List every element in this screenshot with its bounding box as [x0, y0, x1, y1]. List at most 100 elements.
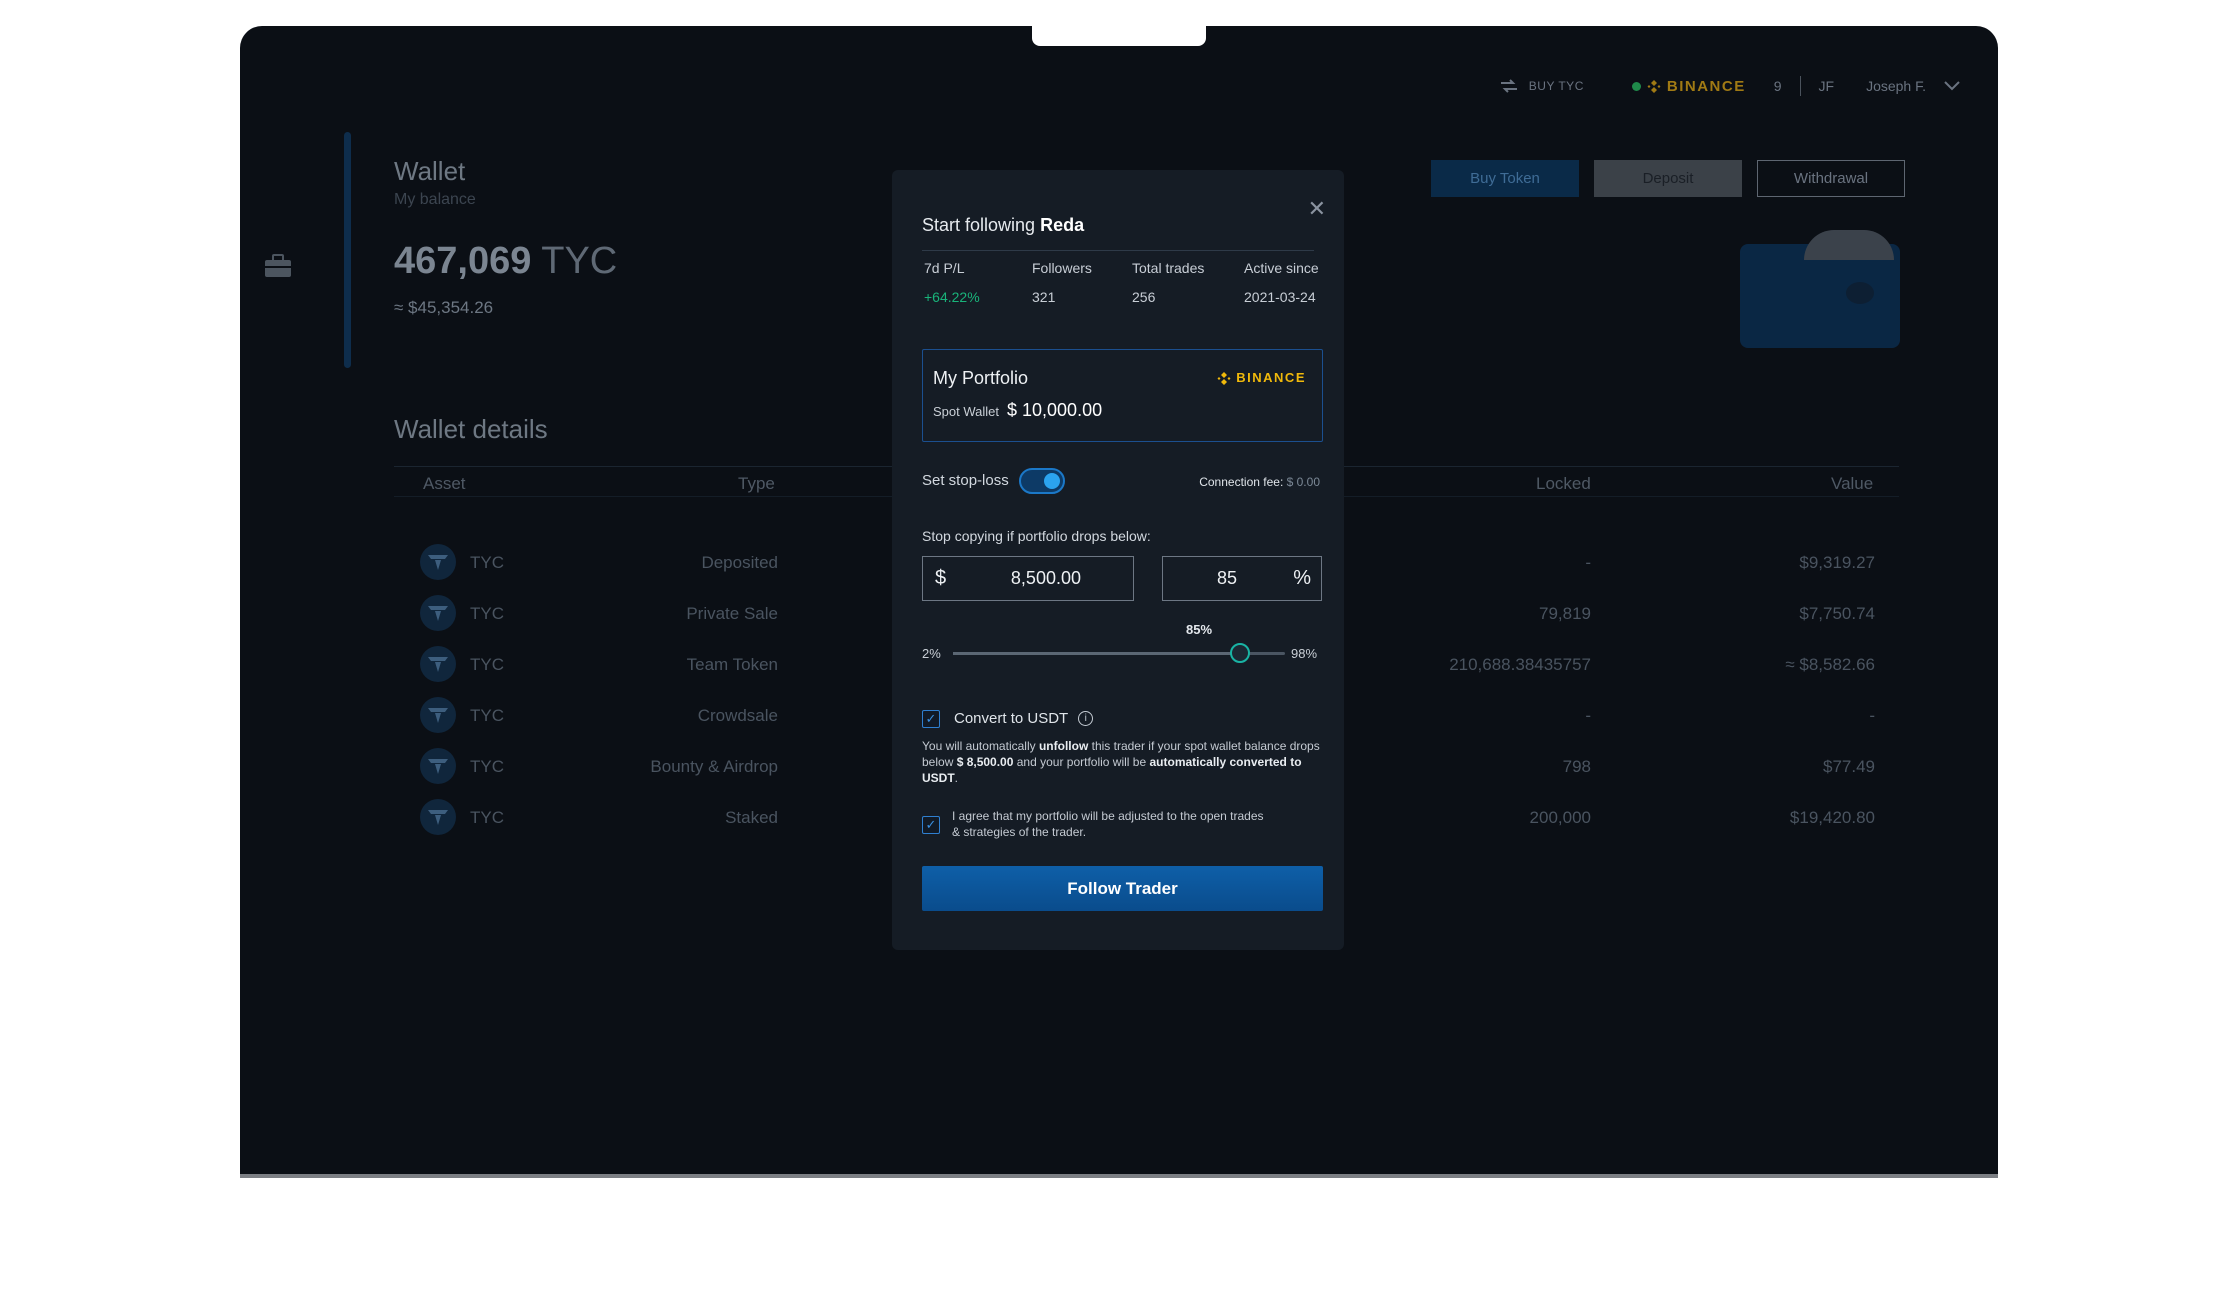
- wallet-actions: Buy Token Deposit Withdrawal: [1431, 160, 1905, 197]
- modal-title: Start following Reda: [922, 215, 1084, 236]
- deposit-button[interactable]: Deposit: [1594, 160, 1742, 197]
- balance-unit: TYC: [541, 240, 618, 282]
- note-text: and your portfolio will be: [1013, 755, 1150, 769]
- tyc-coin-icon: [420, 646, 456, 682]
- locked-cell: -: [1585, 553, 1591, 572]
- stat-label: 7d P/L: [924, 260, 965, 276]
- dollar-symbol: $: [935, 567, 947, 589]
- asset-cell: TYC: [470, 808, 504, 827]
- follow-trader-button[interactable]: Follow Trader: [922, 866, 1323, 911]
- asset-cell: TYC: [470, 553, 504, 572]
- value-cell: -: [1869, 706, 1875, 725]
- stat-pl: 7d P/L +64.22%: [924, 260, 980, 305]
- col-locked[interactable]: Locked: [1536, 474, 1591, 494]
- stat-value: +64.22%: [924, 289, 980, 305]
- stat-followers: Followers 321: [1032, 260, 1092, 305]
- portfolio-title: My Portfolio: [933, 368, 1029, 388]
- locked-cell: -: [1585, 706, 1591, 725]
- slider-value-label: 85%: [1186, 622, 1213, 637]
- note-amount: $ 8,500.00: [956, 755, 1014, 769]
- stat-total-trades: Total trades 256: [1132, 260, 1204, 305]
- buy-tyc-label: BUY TYC: [1528, 79, 1584, 93]
- drop-label: Stop copying if portfolio drops below:: [922, 528, 1151, 544]
- wallet-nav-icon[interactable]: [264, 254, 292, 283]
- value-cell: $9,319.27: [1799, 553, 1875, 572]
- type-cell: Team Token: [686, 655, 778, 674]
- tyc-coin-icon: [420, 697, 456, 733]
- portfolio-card: My Portfolio BINANCE Spot Wallet $ 10,00…: [922, 349, 1323, 442]
- asset-cell: TYC: [470, 604, 504, 623]
- note-text: You will automatically: [922, 739, 1039, 753]
- balance: 467,069 TYC: [394, 240, 617, 283]
- locked-cell: 200,000: [1529, 808, 1591, 827]
- wallet-subtitle: My balance: [394, 191, 476, 208]
- agree-label: I agree that my portfolio will be adjust…: [952, 809, 1264, 839]
- wallet-clasp: [1846, 282, 1874, 304]
- exchange-name: BINANCE: [1666, 77, 1746, 95]
- camera-notch: [1032, 26, 1206, 46]
- value-cell: $19,420.80: [1789, 808, 1875, 827]
- value-cell: $77.49: [1823, 757, 1875, 776]
- exchange-status[interactable]: BINANCE: [1631, 77, 1746, 95]
- stat-active-since: Active since 2021-03-24: [1244, 260, 1319, 305]
- col-value[interactable]: Value: [1831, 474, 1873, 494]
- tyc-coin-icon: [420, 748, 456, 784]
- asset-cell: TYC: [470, 655, 504, 674]
- stoploss-toggle[interactable]: [1019, 468, 1065, 494]
- type-cell: Private Sale: [686, 604, 778, 623]
- wallet-flap: [1804, 230, 1894, 260]
- value-cell: $7,750.74: [1799, 604, 1875, 623]
- close-icon[interactable]: ✕: [1308, 196, 1326, 222]
- percent-symbol: %: [1293, 567, 1311, 589]
- user-name[interactable]: Joseph F.: [1866, 78, 1926, 94]
- stat-label: Total trades: [1132, 260, 1205, 276]
- type-cell: Bounty & Airdrop: [650, 757, 778, 776]
- value-cell: ≈ $8,582.66: [1785, 655, 1875, 674]
- col-asset[interactable]: Asset: [423, 474, 466, 494]
- usd-value: 8,500.00: [1010, 568, 1081, 588]
- tyc-coin-icon: [420, 799, 456, 835]
- slider-max: 98%: [1291, 646, 1318, 661]
- connected-dot: [1631, 81, 1641, 91]
- stat-label: Active since: [1244, 260, 1319, 276]
- stoploss-label: Set stop-loss: [922, 472, 1009, 489]
- follow-trader-modal: ✕ Start following Reda 7d P/L +64.22% Fo…: [892, 170, 1344, 950]
- agree-checkbox[interactable]: ✓: [922, 816, 940, 834]
- percent-threshold-input[interactable]: 85 %: [1162, 556, 1322, 601]
- wallet-title: Wallet: [394, 156, 466, 186]
- connection-fee: Connection fee: $ 0.00: [1199, 475, 1320, 489]
- convert-checkbox[interactable]: ✓: [922, 710, 940, 728]
- usd-threshold-input[interactable]: $ 8,500.00: [922, 556, 1134, 601]
- tyc-coin-icon: [420, 595, 456, 631]
- slider-min: 2%: [922, 646, 941, 661]
- details-title: Wallet details: [394, 414, 548, 444]
- tyc-coin-icon: [420, 544, 456, 580]
- unfollow-note: You will automatically unfollow this tra…: [922, 738, 1322, 786]
- exchange-name: BINANCE: [1236, 370, 1306, 385]
- spot-wallet: Spot Wallet $ 10,000.00: [933, 400, 1102, 421]
- binance-logo-icon: [1647, 80, 1661, 93]
- percent-value: 85: [1217, 568, 1238, 588]
- slider-thumb[interactable]: [1230, 643, 1251, 663]
- stat-value: 2021-03-24: [1244, 289, 1316, 305]
- frame-bottom-edge: [240, 1174, 1998, 1178]
- locked-cell: 79,819: [1539, 604, 1591, 623]
- info-icon[interactable]: i: [1078, 711, 1094, 726]
- wallet-illustration: [1740, 230, 1900, 348]
- notification-count[interactable]: 9: [1774, 78, 1782, 94]
- top-bar: BUY TYC BINANCE 9 JF Joseph F.: [1499, 76, 1960, 96]
- type-cell: Crowdsale: [697, 706, 778, 725]
- briefcase-icon: [265, 254, 291, 277]
- stat-value: 321: [1032, 289, 1056, 305]
- slider-fill: [953, 652, 1241, 655]
- fee-value: $ 0.00: [1286, 475, 1320, 489]
- withdrawal-button[interactable]: Withdrawal: [1757, 160, 1905, 197]
- col-type[interactable]: Type: [738, 474, 775, 494]
- chevron-down-icon[interactable]: [1944, 81, 1960, 91]
- note-text: .: [954, 771, 959, 785]
- user-initials: JF: [1818, 78, 1835, 94]
- buy-token-button[interactable]: Buy Token: [1431, 160, 1579, 197]
- locked-cell: 798: [1562, 757, 1591, 776]
- balance-value: 467,069: [394, 240, 532, 282]
- buy-tyc-link[interactable]: BUY TYC: [1499, 78, 1584, 94]
